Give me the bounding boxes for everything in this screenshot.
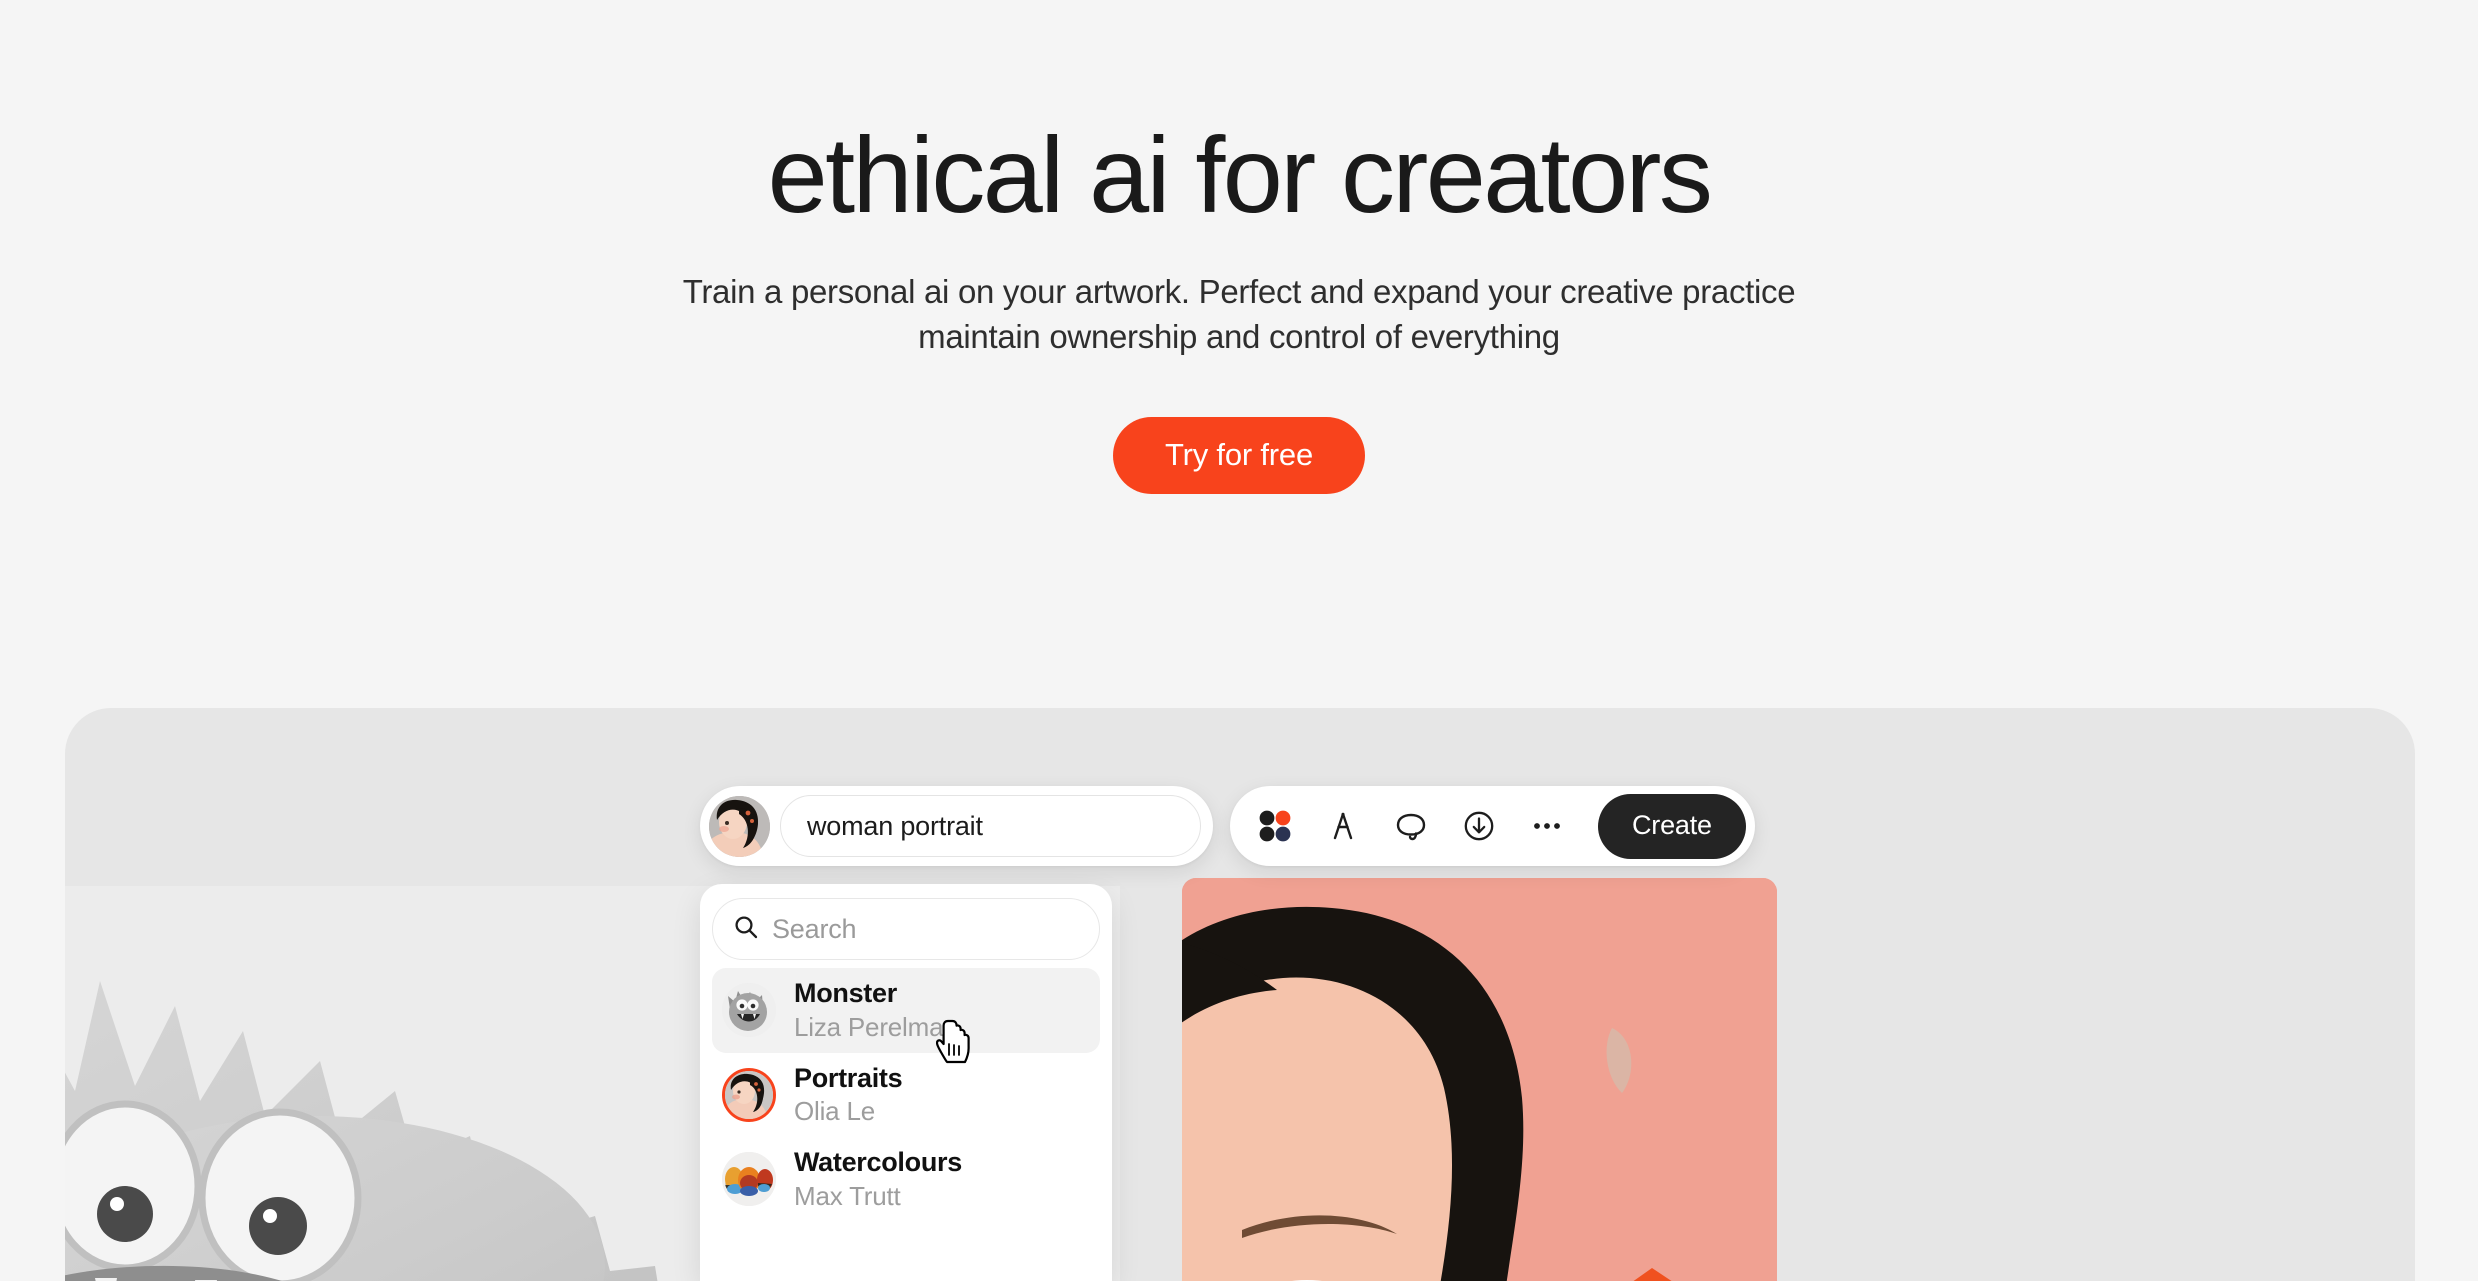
list-item-monster[interactable]: Monster Liza Perelman xyxy=(712,968,1100,1053)
monster-thumbnail xyxy=(722,983,776,1038)
style-search-input[interactable] xyxy=(780,795,1201,857)
style-search-pill xyxy=(700,786,1213,866)
list-item-author: Olia Le xyxy=(794,1096,875,1127)
hero-subtitle-line-2: maintain ownership and control of everyt… xyxy=(918,317,1560,355)
list-item-watercolours[interactable]: Watercolours Max Trutt xyxy=(712,1137,1100,1222)
search-icon xyxy=(733,914,759,945)
app-preview-panel xyxy=(65,708,2415,1281)
hero-subtitle-line-1: Train a personal ai on your artwork. Per… xyxy=(682,273,1796,311)
lasso-icon[interactable] xyxy=(1388,803,1434,849)
dropdown-search-input[interactable] xyxy=(772,913,1112,945)
editor-toolbar: Create xyxy=(1230,786,1755,866)
watercolours-thumbnail xyxy=(722,1152,776,1207)
list-item-title: Portraits xyxy=(794,1062,903,1093)
list-item-author: Max Trutt xyxy=(794,1180,901,1211)
cta-container: Try for free xyxy=(0,416,2478,494)
hero-section: ethical ai for creators Train a personal… xyxy=(0,0,2478,494)
more-options-icon[interactable] xyxy=(1524,803,1570,849)
portrait-thumbnail xyxy=(722,1067,776,1122)
list-item-text: Portraits Olia Le xyxy=(794,1062,903,1128)
list-item-portraits[interactable]: Portraits Olia Le xyxy=(712,1053,1100,1138)
palette-dots-icon[interactable] xyxy=(1252,803,1298,849)
compass-icon[interactable] xyxy=(1320,803,1366,849)
style-list: Monster Liza Perelman Portraits Olia Le … xyxy=(712,968,1100,1222)
list-item-text: Watercolours Max Trutt xyxy=(794,1147,962,1212)
style-dropdown-panel: Monster Liza Perelman P xyxy=(700,884,1112,1281)
user-avatar[interactable] xyxy=(709,795,770,857)
list-item-title: Monster xyxy=(794,978,897,1008)
woman-portrait-artwork xyxy=(1182,878,1777,1281)
list-item-text: Monster Liza Perelman xyxy=(794,978,958,1043)
list-item-author: Liza Perelman xyxy=(794,1011,958,1042)
dropdown-search-field[interactable] xyxy=(712,898,1112,960)
create-button[interactable]: Create xyxy=(1598,793,1746,859)
download-circle-icon[interactable] xyxy=(1456,803,1502,849)
list-item-title: Watercolours xyxy=(794,1147,962,1178)
hero-subtitle: Train a personal ai on your artwork. Per… xyxy=(0,270,2478,358)
try-for-free-button[interactable]: Try for free xyxy=(1112,416,1366,494)
page-title: ethical ai for creators xyxy=(767,114,1713,235)
